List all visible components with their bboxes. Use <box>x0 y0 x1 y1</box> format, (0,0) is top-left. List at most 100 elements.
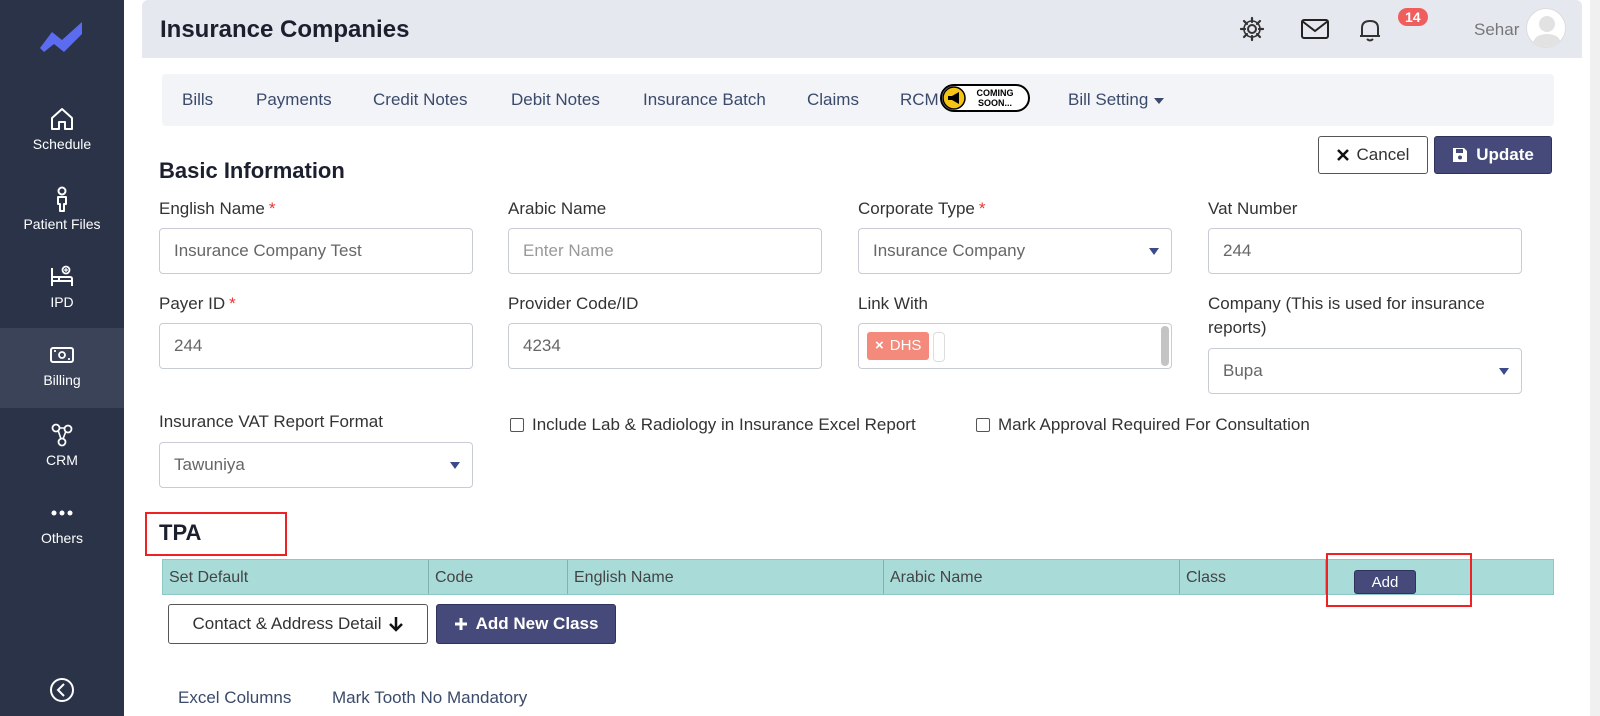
chevron-down-icon <box>1149 248 1159 255</box>
vat-number-label: Vat Number <box>1208 199 1298 218</box>
include-lab-label[interactable]: Include Lab & Radiology in Insurance Exc… <box>532 415 916 435</box>
sidebar-item-ipd[interactable]: IPD <box>0 250 124 328</box>
chevron-down-icon <box>450 462 460 469</box>
corporate-type-label: Corporate Type * <box>858 199 986 218</box>
column-header-code: Code <box>429 560 568 594</box>
sidebar-item-others[interactable]: Others <box>0 486 124 564</box>
page-scrollbar[interactable] <box>1590 0 1600 716</box>
provider-code-field[interactable]: 4234 <box>508 323 822 369</box>
vat-report-format-select[interactable]: Tawuniya <box>159 442 473 488</box>
mark-approval-option: Mark Approval Required For Consultation <box>976 415 1310 435</box>
company-select[interactable]: Bupa <box>1208 348 1522 394</box>
cancel-label: Cancel <box>1356 145 1410 164</box>
vat-number-field[interactable]: 244 <box>1208 228 1522 274</box>
mail-icon[interactable] <box>1300 15 1330 43</box>
column-header-english-name: English Name <box>568 560 884 594</box>
link-with-label: Link With <box>858 294 928 313</box>
sidebar-item-schedule[interactable]: Schedule <box>0 92 124 170</box>
avatar[interactable] <box>1526 8 1566 48</box>
arabic-name-field[interactable]: Enter Name <box>508 228 822 274</box>
tab-rcm[interactable]: RCM <box>900 90 939 110</box>
contact-address-label: Contact & Address Detail <box>192 614 382 633</box>
company-value: Bupa <box>1223 361 1263 380</box>
vat-report-format-value: Tawuniya <box>174 455 245 474</box>
coming-soon-badge: COMING SOON... <box>940 84 1030 112</box>
sidebar-item-label: CRM <box>46 452 78 468</box>
vat-report-format-label: Insurance VAT Report Format <box>159 412 383 431</box>
user-avatar-icon <box>1532 16 1562 47</box>
gear-icon[interactable] <box>1238 15 1266 43</box>
sidebar-item-patient-files[interactable]: Patient Files <box>0 172 124 250</box>
contact-address-detail-button[interactable]: Contact & Address Detail <box>168 604 428 644</box>
link-with-search-input[interactable] <box>933 332 945 362</box>
collapse-sidebar-icon[interactable] <box>48 676 76 704</box>
mark-approval-checkbox[interactable] <box>976 418 990 432</box>
column-header-class: Class <box>1180 560 1326 594</box>
chevron-down-icon <box>1154 97 1165 104</box>
close-icon <box>1336 149 1349 161</box>
sidebar-item-billing[interactable]: Billing <box>0 328 124 408</box>
app-logo-icon[interactable] <box>38 18 86 54</box>
link-with-multiselect[interactable]: × DHS <box>858 323 1172 369</box>
tab-insurance-batch[interactable]: Insurance Batch <box>643 90 766 110</box>
coming-soon-line1: COMING <box>977 88 1014 98</box>
include-lab-option: Include Lab & Radiology in Insurance Exc… <box>510 415 916 435</box>
cash-icon <box>50 347 74 363</box>
hospital-bed-icon <box>51 265 73 286</box>
sidebar: Schedule Patient Files IPD Billing CRM O… <box>0 0 124 716</box>
sidebar-item-label: Schedule <box>32 136 92 152</box>
company-label: Company (This is used for insurance repor… <box>1208 294 1485 337</box>
column-header-arabic-name: Arabic Name <box>884 560 1180 594</box>
header-bar: Insurance Companies 14 Sehar <box>142 0 1582 58</box>
save-icon <box>1453 148 1468 162</box>
add-highlight-box <box>1326 553 1472 607</box>
update-label: Update <box>1476 145 1534 164</box>
tab-bill-setting[interactable]: Bill Setting <box>1068 90 1165 110</box>
coming-soon-line2: SOON... <box>978 98 1012 108</box>
page-title: Insurance Companies <box>160 16 410 43</box>
tab-excel-columns[interactable]: Excel Columns <box>178 688 291 708</box>
corporate-type-value: Insurance Company <box>873 241 1026 260</box>
mark-approval-label[interactable]: Mark Approval Required For Consultation <box>998 415 1310 435</box>
tab-payments[interactable]: Payments <box>256 90 332 110</box>
tab-bill-setting-label: Bill Setting <box>1068 90 1149 109</box>
notification-badge: 14 <box>1398 8 1428 26</box>
more-dots-icon <box>51 510 73 516</box>
tab-bills[interactable]: Bills <box>182 90 213 110</box>
english-name-field[interactable]: Insurance Company Test <box>159 228 473 274</box>
tab-credit-notes[interactable]: Credit Notes <box>373 90 467 110</box>
english-name-label: English Name * <box>159 199 276 218</box>
payer-id-field[interactable]: 244 <box>159 323 473 369</box>
basic-information-title: Basic Information <box>159 158 345 183</box>
chevron-down-icon <box>1499 368 1509 375</box>
network-icon <box>51 423 73 447</box>
arrow-down-icon <box>389 617 404 632</box>
sidebar-item-crm[interactable]: CRM <box>0 408 124 486</box>
update-button[interactable]: Update <box>1434 136 1552 174</box>
tab-debit-notes[interactable]: Debit Notes <box>511 90 600 110</box>
person-icon <box>57 186 67 212</box>
scrollbar[interactable] <box>1161 326 1169 366</box>
plus-icon <box>454 618 467 630</box>
sidebar-item-label: Others <box>40 530 83 546</box>
include-lab-checkbox[interactable] <box>510 418 524 432</box>
sidebar-item-label: Patient Files <box>23 216 101 232</box>
tab-bar: Bills Payments Credit Notes Debit Notes … <box>162 74 1554 126</box>
main-content: Insurance Companies 14 Sehar Bills Payme… <box>124 0 1600 716</box>
arabic-name-label: Arabic Name <box>508 199 607 218</box>
tab-mark-tooth-no-mandatory[interactable]: Mark Tooth No Mandatory <box>332 688 527 708</box>
chip-remove-icon[interactable]: × <box>875 337 884 354</box>
user-name[interactable]: Sehar <box>1474 20 1519 40</box>
column-header-set-default: Set Default <box>163 560 429 594</box>
cancel-button[interactable]: Cancel <box>1318 136 1428 174</box>
link-with-chip[interactable]: × DHS <box>867 332 930 360</box>
corporate-type-select[interactable]: Insurance Company <box>858 228 1172 274</box>
sidebar-item-label: IPD <box>50 294 74 310</box>
provider-code-label: Provider Code/ID <box>508 294 639 313</box>
add-new-class-button[interactable]: Add New Class <box>436 604 616 644</box>
tpa-title: TPA <box>159 520 202 545</box>
add-new-class-label: Add New Class <box>475 614 599 633</box>
bell-icon[interactable] <box>1356 15 1384 43</box>
home-icon <box>51 108 73 130</box>
tab-claims[interactable]: Claims <box>807 90 859 110</box>
